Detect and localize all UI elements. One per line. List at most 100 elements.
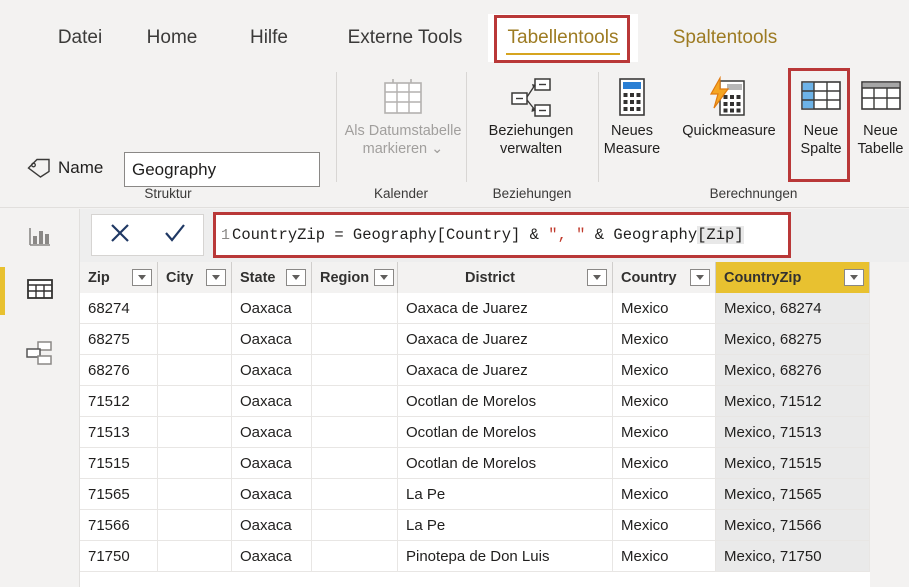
cell-country[interactable]: Mexico bbox=[613, 293, 716, 323]
column-filter-dropdown-icon[interactable] bbox=[374, 269, 395, 286]
cell-countryzip[interactable]: Mexico, 68276 bbox=[716, 355, 870, 385]
cancel-x-icon[interactable] bbox=[105, 218, 135, 253]
cell-country[interactable]: Mexico bbox=[613, 479, 716, 509]
cell-zip[interactable]: 71566 bbox=[80, 510, 158, 540]
cell-district[interactable]: La Pe bbox=[398, 510, 613, 540]
cell-district[interactable]: Ocotlan de Morelos bbox=[398, 386, 613, 416]
cell-zip[interactable]: 71512 bbox=[80, 386, 158, 416]
cell-state[interactable]: Oaxaca bbox=[232, 448, 312, 478]
cell-country[interactable]: Mexico bbox=[613, 386, 716, 416]
column-filter-dropdown-icon[interactable] bbox=[206, 269, 226, 286]
cell-countryzip[interactable]: Mexico, 71515 bbox=[716, 448, 870, 478]
table-row[interactable]: 68275 Oaxaca Oaxaca de Juarez Mexico Mexico,… bbox=[80, 324, 870, 355]
cell-region[interactable] bbox=[312, 417, 398, 447]
column-filter-dropdown-icon[interactable] bbox=[587, 269, 607, 286]
table-name-input[interactable] bbox=[124, 152, 320, 187]
ribbon-tab-home[interactable]: Home bbox=[128, 18, 216, 58]
cell-state[interactable]: Oaxaca bbox=[232, 417, 312, 447]
cell-district[interactable]: Oaxaca de Juarez bbox=[398, 324, 613, 354]
ribbon-tab-externe-tools[interactable]: Externe Tools bbox=[324, 18, 486, 58]
column-filter-dropdown-icon[interactable] bbox=[286, 269, 306, 286]
cell-state[interactable]: Oaxaca bbox=[232, 541, 312, 571]
ribbon-tab-hilfe[interactable]: Hilfe bbox=[232, 18, 306, 58]
cell-zip[interactable]: 68275 bbox=[80, 324, 158, 354]
cell-countryzip[interactable]: Mexico, 68274 bbox=[716, 293, 870, 323]
column-filter-dropdown-icon[interactable] bbox=[132, 269, 152, 286]
cell-zip[interactable]: 71515 bbox=[80, 448, 158, 478]
column-header-district[interactable]: District bbox=[398, 262, 613, 293]
table-row[interactable]: 68276 Oaxaca Oaxaca de Juarez Mexico Mexico,… bbox=[80, 355, 870, 386]
cell-zip[interactable]: 71750 bbox=[80, 541, 158, 571]
cell-state[interactable]: Oaxaca bbox=[232, 293, 312, 323]
cell-state[interactable]: Oaxaca bbox=[232, 355, 312, 385]
cell-state[interactable]: Oaxaca bbox=[232, 386, 312, 416]
cell-countryzip[interactable]: Mexico, 71513 bbox=[716, 417, 870, 447]
table-row[interactable]: 71513 Oaxaca Ocotlan de Morelos Mexico Mexic… bbox=[80, 417, 870, 448]
table-row[interactable]: 71515 Oaxaca Ocotlan de Morelos Mexico Mexic… bbox=[80, 448, 870, 479]
table-row[interactable]: 71565 Oaxaca La Pe Mexico Mexico, 71565 bbox=[80, 479, 870, 510]
column-header-city[interactable]: City bbox=[158, 262, 232, 293]
cell-city[interactable] bbox=[158, 448, 232, 478]
cell-zip[interactable]: 68274 bbox=[80, 293, 158, 323]
column-filter-dropdown-icon[interactable] bbox=[844, 269, 864, 286]
cell-city[interactable] bbox=[158, 386, 232, 416]
nav-report-view[interactable] bbox=[0, 213, 80, 265]
ribbon-tab-datei[interactable]: Datei bbox=[44, 18, 116, 58]
new-column-button[interactable]: Neue Spalte bbox=[792, 70, 850, 158]
cell-region[interactable] bbox=[312, 293, 398, 323]
ribbon-tab-tabellentools[interactable]: Tabellentools bbox=[498, 18, 628, 58]
cell-region[interactable] bbox=[312, 448, 398, 478]
cell-region[interactable] bbox=[312, 324, 398, 354]
dax-formula-input[interactable]: 1 CountryZip = Geography[Country] & ", "… bbox=[215, 214, 789, 256]
cell-countryzip[interactable]: Mexico, 71750 bbox=[716, 541, 870, 571]
cell-city[interactable] bbox=[158, 541, 232, 571]
cell-country[interactable]: Mexico bbox=[613, 355, 716, 385]
cell-zip[interactable]: 71513 bbox=[80, 417, 158, 447]
new-table-button[interactable]: Neue Tabelle bbox=[852, 70, 909, 158]
cell-city[interactable] bbox=[158, 510, 232, 540]
cell-countryzip[interactable]: Mexico, 71565 bbox=[716, 479, 870, 509]
cell-region[interactable] bbox=[312, 541, 398, 571]
quick-measure-button[interactable]: Quickmeasure bbox=[672, 70, 786, 140]
cell-region[interactable] bbox=[312, 386, 398, 416]
cell-region[interactable] bbox=[312, 510, 398, 540]
cell-region[interactable] bbox=[312, 355, 398, 385]
nav-model-view[interactable] bbox=[0, 329, 80, 381]
cell-zip[interactable]: 68276 bbox=[80, 355, 158, 385]
cell-city[interactable] bbox=[158, 355, 232, 385]
cell-countryzip[interactable]: Mexico, 68275 bbox=[716, 324, 870, 354]
cell-country[interactable]: Mexico bbox=[613, 510, 716, 540]
cell-district[interactable]: Oaxaca de Juarez bbox=[398, 355, 613, 385]
cell-district[interactable]: Ocotlan de Morelos bbox=[398, 448, 613, 478]
cell-state[interactable]: Oaxaca bbox=[232, 324, 312, 354]
cell-state[interactable]: Oaxaca bbox=[232, 510, 312, 540]
cell-city[interactable] bbox=[158, 417, 232, 447]
column-filter-dropdown-icon[interactable] bbox=[690, 269, 710, 286]
column-header-countryzip[interactable]: CountryZip bbox=[716, 262, 870, 293]
column-header-zip[interactable]: Zip bbox=[80, 262, 158, 293]
cell-city[interactable] bbox=[158, 293, 232, 323]
cell-zip[interactable]: 71565 bbox=[80, 479, 158, 509]
cell-country[interactable]: Mexico bbox=[613, 417, 716, 447]
nav-data-view[interactable] bbox=[0, 265, 80, 317]
cell-district[interactable]: Ocotlan de Morelos bbox=[398, 417, 613, 447]
cell-district[interactable]: Pinotepa de Don Luis bbox=[398, 541, 613, 571]
accept-check-icon[interactable] bbox=[160, 218, 190, 253]
cell-region[interactable] bbox=[312, 479, 398, 509]
column-header-country[interactable]: Country bbox=[613, 262, 716, 293]
cell-city[interactable] bbox=[158, 479, 232, 509]
cell-state[interactable]: Oaxaca bbox=[232, 479, 312, 509]
cell-countryzip[interactable]: Mexico, 71566 bbox=[716, 510, 870, 540]
ribbon-tab-spaltentools[interactable]: Spaltentools bbox=[650, 18, 800, 58]
cell-country[interactable]: Mexico bbox=[613, 324, 716, 354]
table-row[interactable]: 68274 Oaxaca Oaxaca de Juarez Mexico Mexico,… bbox=[80, 293, 870, 324]
cell-district[interactable]: Oaxaca de Juarez bbox=[398, 293, 613, 323]
manage-relationships-button[interactable]: Beziehungen verwalten bbox=[474, 70, 588, 158]
table-row[interactable]: 71512 Oaxaca Ocotlan de Morelos Mexico Mexic… bbox=[80, 386, 870, 417]
table-row[interactable]: 71566 Oaxaca La Pe Mexico Mexico, 71566 bbox=[80, 510, 870, 541]
cell-district[interactable]: La Pe bbox=[398, 479, 613, 509]
cell-country[interactable]: Mexico bbox=[613, 541, 716, 571]
column-header-state[interactable]: State bbox=[232, 262, 312, 293]
cell-country[interactable]: Mexico bbox=[613, 448, 716, 478]
cell-countryzip[interactable]: Mexico, 71512 bbox=[716, 386, 870, 416]
